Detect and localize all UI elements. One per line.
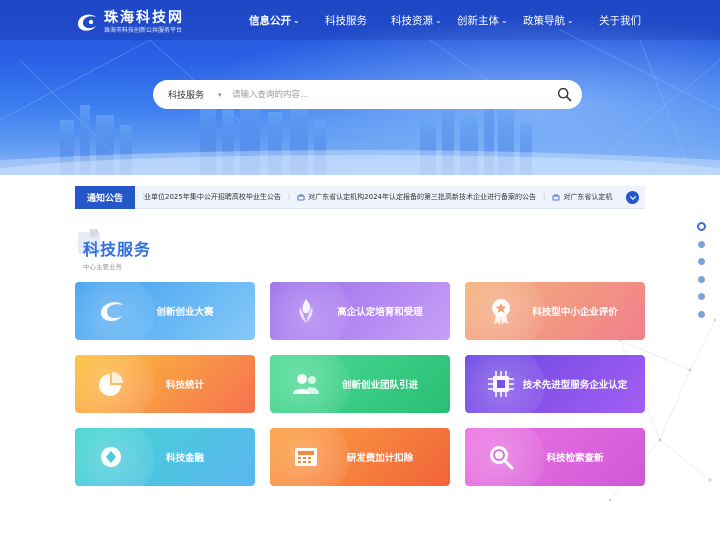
nav-item-tech-services[interactable]: 科技服务: [325, 13, 367, 28]
chevron-down-icon: ⌄: [435, 16, 442, 25]
service-card-label: 科技金融: [165, 453, 204, 464]
chevron-down-icon: ⌄: [293, 16, 300, 25]
service-card-hightech-certification[interactable]: 高企认定培育和受理: [270, 282, 450, 340]
logo-swirl-icon: [78, 14, 96, 31]
nav-item-label: 创新主体: [457, 15, 499, 27]
service-card-tech-statistics[interactable]: 科技统计: [75, 355, 255, 413]
nav-item-info-disclosure[interactable]: 信息公开 ⌄: [249, 13, 300, 28]
service-card-label: 科技检索查新: [546, 453, 604, 464]
notice-divider: |: [543, 193, 546, 201]
service-card-label: 科技统计: [165, 380, 204, 391]
nav-item-label: 科技服务: [325, 15, 367, 27]
nav-item-label: 信息公开: [249, 15, 291, 27]
site-title: 珠海科技网: [104, 9, 184, 26]
service-card-advanced-tech-enterprise[interactable]: 技术先进型服务企业认定: [465, 355, 645, 413]
search-input[interactable]: [232, 84, 552, 105]
search-bar: 科技服务 ▾: [153, 80, 582, 109]
pager-dot[interactable]: [698, 293, 705, 300]
service-card-sme-evaluation[interactable]: 科技型中小企业评价: [465, 282, 645, 340]
pager-dot[interactable]: [698, 311, 705, 318]
notice-label: 通知公告: [75, 186, 135, 209]
service-card-label: 科技型中小企业评价: [532, 307, 618, 318]
chevron-down-icon: [629, 195, 636, 200]
announcement-icon: [297, 194, 305, 200]
service-card-tech-finance[interactable]: 科技金融: [75, 428, 255, 486]
service-card-label: 研发费加计扣除: [346, 453, 414, 464]
service-card-label: 创新创业团队引进: [341, 380, 418, 391]
nav-item-policy-guide[interactable]: 政策导航 ⌄: [523, 13, 574, 28]
search-icon[interactable]: [557, 87, 572, 102]
hero-banner: 珠海科技网 珠海市科技创新公共服务平台 信息公开 ⌄ 科技服务 科技资源 ⌄ 创新主…: [0, 0, 720, 175]
service-card-rd-deduction[interactable]: 研发费加计扣除: [270, 428, 450, 486]
chevron-down-icon: ⌄: [501, 16, 508, 25]
notice-item[interactable]: 对广东省认定机构2024年认定报备的第三批高新技术企业进行备案的公告: [297, 192, 536, 202]
notice-divider: |: [287, 193, 291, 201]
service-card-innovation-contest[interactable]: 创新创业大赛: [75, 282, 255, 340]
notice-bar: 通知公告 事业单位2025年集中公开招聘高校毕业生公告 | 对广东省认定机构20…: [75, 186, 645, 209]
site-logo[interactable]: 珠海科技网 珠海市科技创新公共服务平台: [74, 9, 184, 35]
pager-dot[interactable]: [698, 258, 705, 265]
notice-item[interactable]: 事业单位2025年集中公开招聘高校毕业生公告: [143, 192, 281, 202]
section-title: 科技服务: [83, 240, 152, 259]
service-card-team-recruitment[interactable]: 创新创业团队引进: [270, 355, 450, 413]
nav-item-tech-resources[interactable]: 科技资源 ⌄: [391, 13, 442, 28]
pager-dot[interactable]: [698, 276, 705, 283]
service-card-label: 高企认定培育和受理: [337, 307, 423, 318]
section-subtitle: 中心主要业务: [83, 263, 122, 271]
nav-item-innovation-entities[interactable]: 创新主体 ⌄: [457, 13, 508, 28]
search-type-select[interactable]: 科技服务: [168, 88, 218, 101]
service-card-label: 创新创业大赛: [156, 307, 214, 318]
notice-item-text: 事业单位2025年集中公开招聘高校毕业生公告: [143, 193, 281, 201]
notice-item[interactable]: 对广东省认定机: [552, 192, 612, 202]
nav-item-label: 政策导航: [523, 15, 565, 27]
nav-item-label: 科技资源: [391, 15, 433, 27]
pager-dot[interactable]: [698, 241, 705, 248]
service-card-novelty-search[interactable]: 科技检索查新: [465, 428, 645, 486]
notice-item-text: 对广东省认定机构2024年认定报备的第三批高新技术企业进行备案的公告: [308, 193, 537, 201]
notice-item-text: 对广东省认定机: [563, 193, 613, 201]
site-subtitle: 珠海市科技创新公共服务平台: [104, 26, 183, 34]
chevron-down-icon[interactable]: ▾: [218, 91, 232, 99]
service-card-label: 技术先进型服务企业认定: [522, 380, 628, 391]
chevron-down-icon: ⌄: [567, 16, 574, 25]
nav-item-about-us[interactable]: 关于我们: [599, 13, 641, 28]
announcement-icon: [552, 194, 560, 200]
nav-item-label: 关于我们: [599, 15, 641, 27]
notice-ticker: 事业单位2025年集中公开招聘高校毕业生公告 | 对广东省认定机构2024年认定…: [143, 186, 623, 209]
notice-expand-button[interactable]: [626, 191, 639, 204]
pager-dot[interactable]: [697, 222, 706, 231]
